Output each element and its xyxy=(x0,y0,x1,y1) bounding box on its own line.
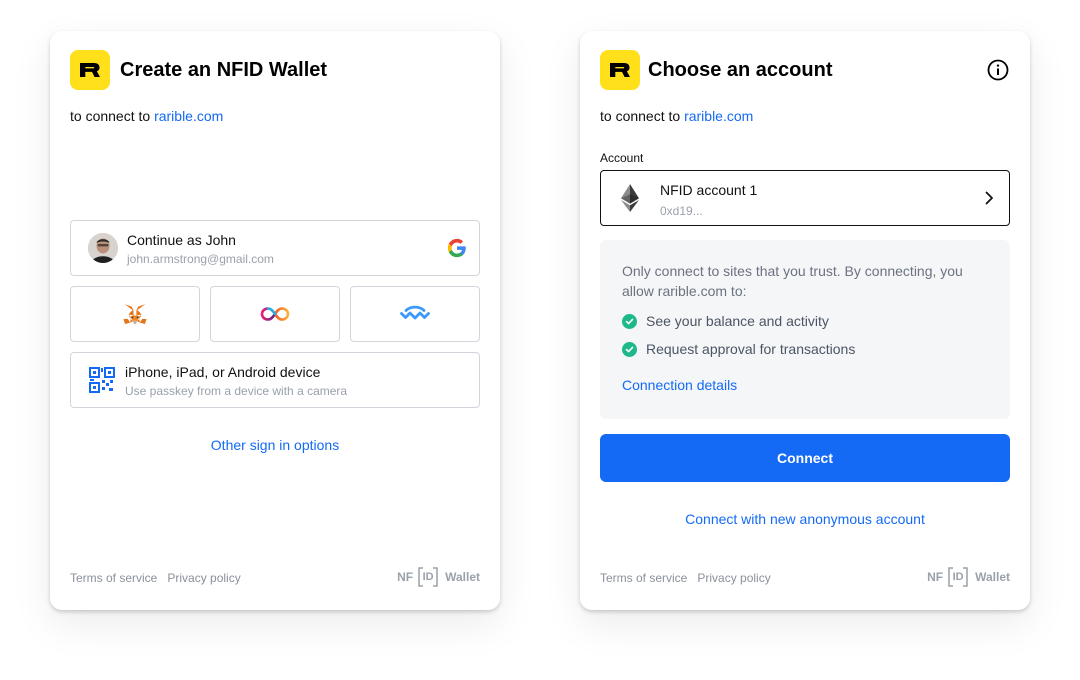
brand-nf: NF xyxy=(927,570,944,584)
passkey-title: iPhone, iPad, or Android device xyxy=(125,364,321,380)
connect-subtitle: to connect to rarible.com xyxy=(600,107,753,125)
check-icon xyxy=(622,313,637,329)
brand-id-text: ID xyxy=(952,571,964,583)
permission-item: See your balance and activity xyxy=(622,313,829,329)
brand-wallet: Wallet xyxy=(445,570,480,584)
account-label: Account xyxy=(600,151,644,165)
connect-subtitle: to connect to rarible.com xyxy=(70,107,223,125)
connection-details-link[interactable]: Connection details xyxy=(622,377,737,393)
passkey-device-button[interactable]: iPhone, iPad, or Android device Use pass… xyxy=(70,352,480,408)
chevron-right-icon xyxy=(985,191,993,205)
nfid-wallet-logo: NF ID Wallet xyxy=(927,567,1010,587)
google-icon xyxy=(447,238,466,258)
trust-warning-text: Only connect to sites that you trust. By… xyxy=(622,263,963,299)
permission-label: See your balance and activity xyxy=(646,313,829,329)
qr-code-icon xyxy=(89,367,115,393)
internet-identity-button[interactable] xyxy=(210,286,340,342)
connect-anonymous-account-link[interactable]: Connect with new anonymous account xyxy=(580,511,1030,527)
brand-nf: NF xyxy=(397,570,414,584)
nfid-wallet-logo: NF ID Wallet xyxy=(397,567,480,587)
avatar xyxy=(88,233,118,263)
brand-id: ID xyxy=(417,567,439,587)
internet-identity-icon xyxy=(260,307,290,321)
site-link[interactable]: rarible.com xyxy=(154,108,223,124)
permissions-box: Only connect to sites that you trust. By… xyxy=(600,240,1010,419)
terms-link[interactable]: Terms of service xyxy=(70,571,157,585)
subtitle-prefix: to connect to xyxy=(70,108,155,124)
create-wallet-card: Create an NFID Wallet to connect to rari… xyxy=(50,31,500,610)
footer-links: Terms of service Privacy policy xyxy=(600,571,781,585)
page-title: Choose an account xyxy=(648,59,833,81)
permission-label: Request approval for transactions xyxy=(646,341,856,357)
brand-id: ID xyxy=(947,567,969,587)
permission-item: Request approval for transactions xyxy=(622,341,855,357)
subtitle-prefix: to connect to xyxy=(600,108,685,124)
google-account-name: Continue as John xyxy=(127,232,236,248)
walletconnect-icon xyxy=(400,305,430,320)
account-address: 0xd19... xyxy=(660,204,703,218)
site-link[interactable]: rarible.com xyxy=(684,108,753,124)
rarible-r-icon xyxy=(610,63,630,77)
rarible-logo xyxy=(70,50,110,90)
terms-link[interactable]: Terms of service xyxy=(600,571,687,585)
footer-links: Terms of service Privacy policy xyxy=(70,571,251,585)
passkey-subtitle: Use passkey from a device with a camera xyxy=(125,384,348,398)
metamask-icon xyxy=(123,304,147,324)
privacy-link[interactable]: Privacy policy xyxy=(167,571,240,585)
choose-account-card: Choose an account to connect to rarible.… xyxy=(580,31,1030,610)
account-selector[interactable]: NFID account 1 0xd19... xyxy=(600,170,1010,226)
privacy-link[interactable]: Privacy policy xyxy=(697,571,770,585)
google-account-email: john.armstrong@gmail.com xyxy=(127,252,274,266)
account-name: NFID account 1 xyxy=(660,182,758,198)
other-sign-in-options-link[interactable]: Other sign in options xyxy=(50,437,500,453)
rarible-logo xyxy=(600,50,640,90)
ethereum-icon xyxy=(621,184,639,212)
continue-with-google-button[interactable]: Continue as John john.armstrong@gmail.co… xyxy=(70,220,480,276)
rarible-r-icon xyxy=(80,63,100,77)
brand-wallet: Wallet xyxy=(975,570,1010,584)
info-icon[interactable] xyxy=(987,59,1009,81)
page-title: Create an NFID Wallet xyxy=(120,59,328,81)
brand-id-text: ID xyxy=(422,571,434,583)
check-icon xyxy=(622,341,637,357)
metamask-button[interactable] xyxy=(70,286,200,342)
walletconnect-button[interactable] xyxy=(350,286,480,342)
connect-button[interactable]: Connect xyxy=(600,434,1010,482)
